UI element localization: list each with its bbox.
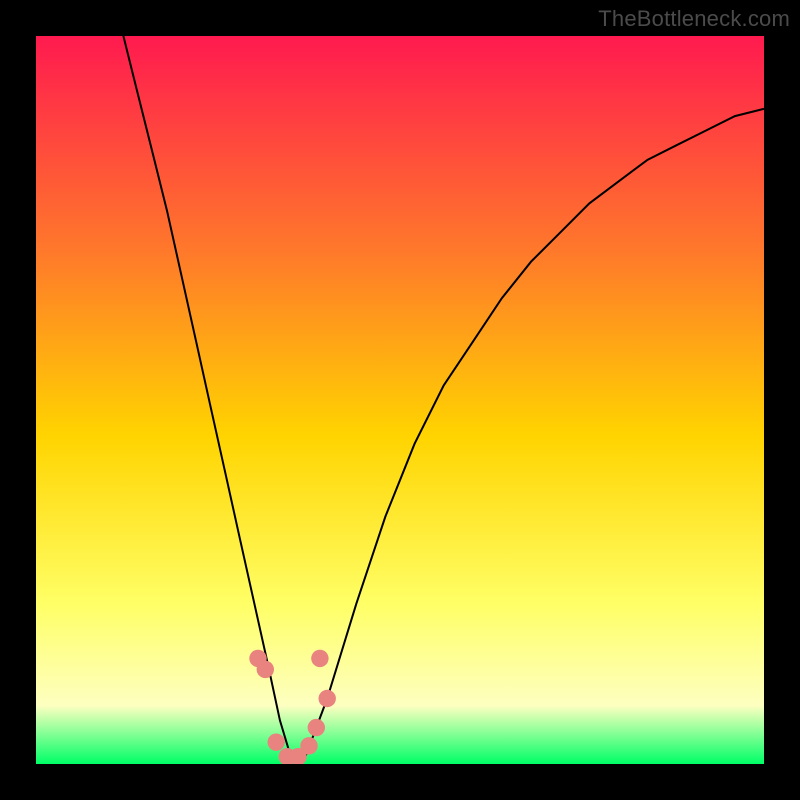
bottleneck-chart (36, 36, 764, 764)
outer-frame: TheBottleneck.com (0, 0, 800, 800)
marker-dot (257, 661, 274, 678)
marker-dot (319, 690, 336, 707)
marker-dot (308, 719, 325, 736)
marker-dot (311, 650, 328, 667)
watermark-text: TheBottleneck.com (598, 6, 790, 32)
gradient-background (36, 36, 764, 764)
plot-area (36, 36, 764, 764)
marker-dot (268, 734, 285, 751)
marker-dot (300, 737, 317, 754)
